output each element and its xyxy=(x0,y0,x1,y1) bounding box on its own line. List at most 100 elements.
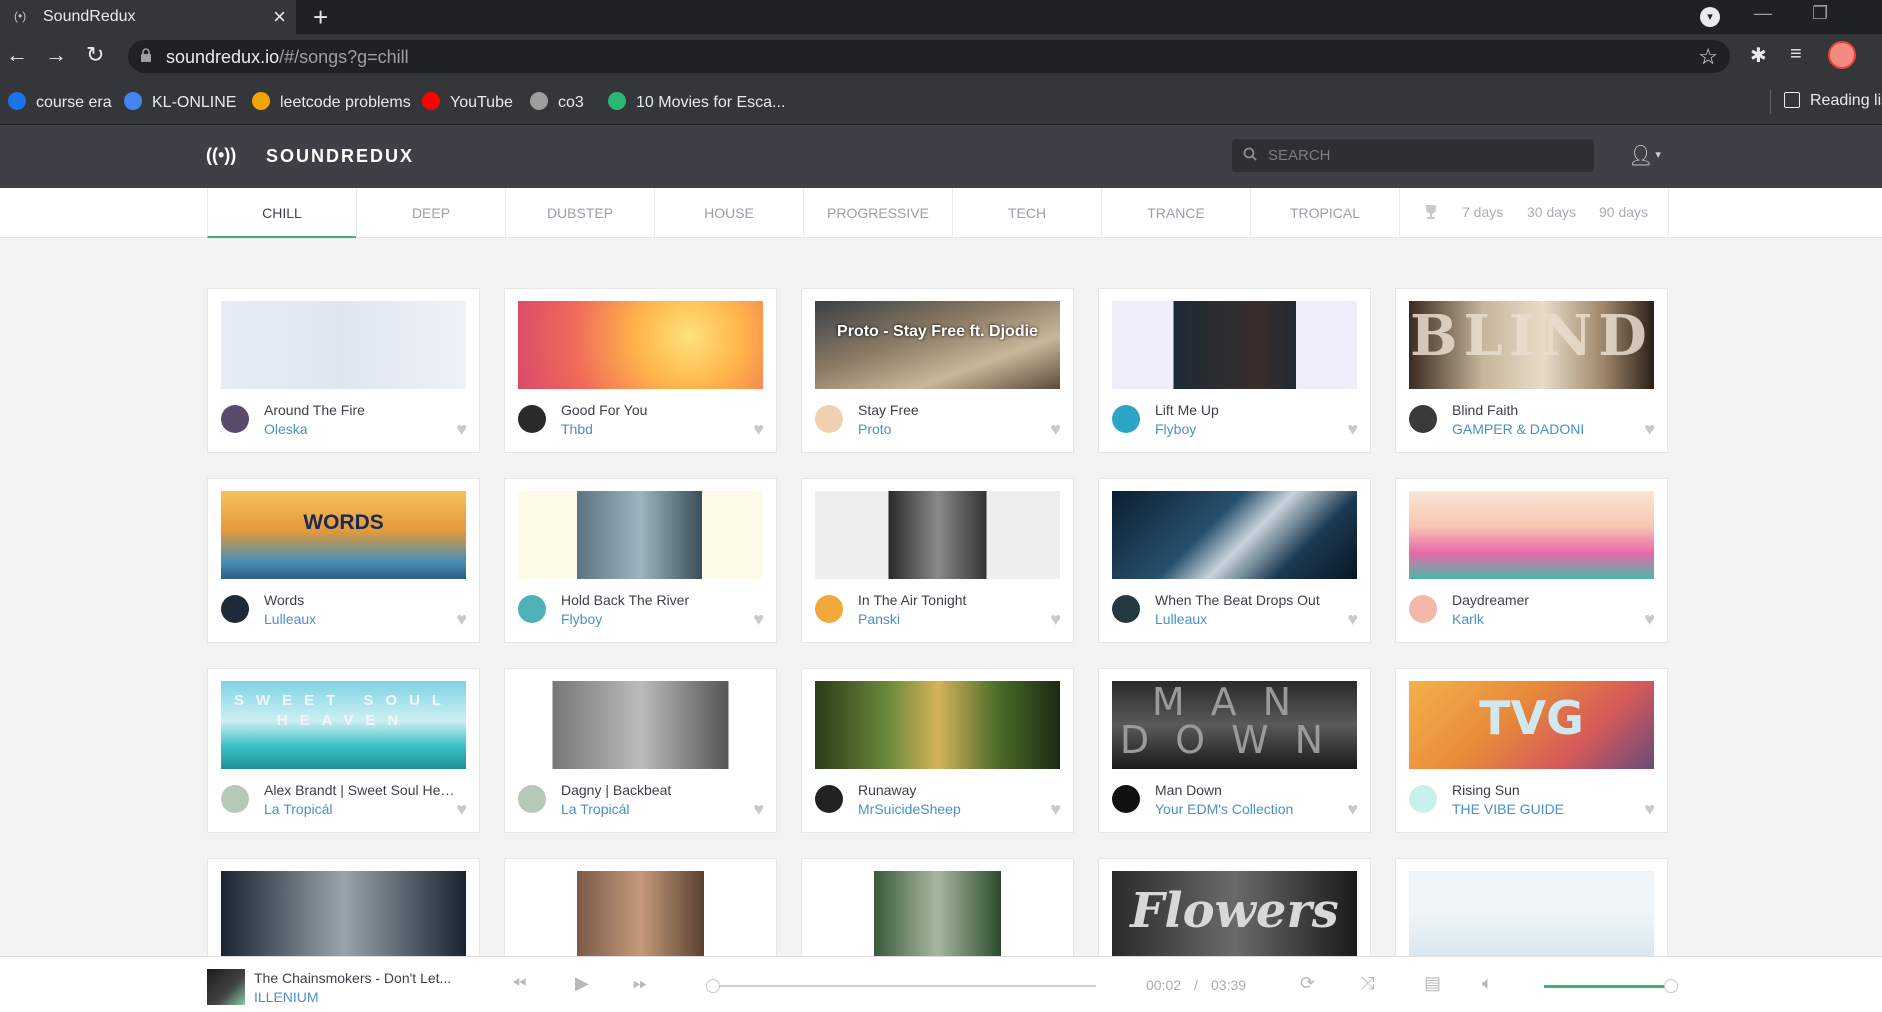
song-card[interactable]: MAN DOWN Man Down Your EDM's Collection ♥ xyxy=(1098,668,1371,833)
song-title[interactable]: Rising Sun xyxy=(1452,782,1647,798)
song-card[interactable]: When The Beat Drops Out Lulleaux ♥ xyxy=(1098,478,1371,643)
seek-handle[interactable] xyxy=(705,979,720,993)
artist-avatar[interactable] xyxy=(221,595,249,623)
song-artist[interactable]: Panski xyxy=(858,611,1053,627)
song-artwork[interactable] xyxy=(518,681,763,769)
app-logo[interactable]: SOUNDREDUX xyxy=(266,146,414,167)
song-artwork[interactable] xyxy=(518,491,763,579)
song-title[interactable]: Dagny | Backbeat xyxy=(561,782,756,798)
artist-avatar[interactable] xyxy=(518,405,546,433)
song-card[interactable]: Around The Fire Oleska ♥ xyxy=(207,288,480,453)
artist-avatar[interactable] xyxy=(815,405,843,433)
artist-avatar[interactable] xyxy=(815,785,843,813)
filter-7-days[interactable]: 7 days xyxy=(1462,204,1503,220)
song-title[interactable]: Lift Me Up xyxy=(1155,402,1350,418)
song-artist[interactable]: Karlk xyxy=(1452,611,1647,627)
search-input[interactable] xyxy=(1268,139,1578,172)
play-icon[interactable]: ▶ xyxy=(575,973,589,994)
song-artwork[interactable] xyxy=(1409,491,1654,579)
song-artist[interactable]: Oleska xyxy=(264,421,459,437)
artist-avatar[interactable] xyxy=(1112,785,1140,813)
song-artwork[interactable] xyxy=(815,681,1060,769)
bookmark-leetcode-problems[interactable]: leetcode problems xyxy=(252,92,411,112)
song-artwork[interactable]: Flowers xyxy=(1112,871,1357,959)
song-artwork[interactable]: SWEET SOUL HEAVEN xyxy=(221,681,466,769)
volume-handle[interactable] xyxy=(1664,979,1678,993)
bookmark-kl-online[interactable]: KL-ONLINE xyxy=(124,92,236,112)
song-artwork[interactable]: WORDS xyxy=(221,491,466,579)
browser-tab[interactable]: (•) SoundRedux × xyxy=(0,0,296,34)
media-control-icon[interactable]: ≡ xyxy=(1790,43,1802,66)
song-artwork[interactable] xyxy=(518,301,763,389)
song-artwork[interactable]: MAN DOWN xyxy=(1112,681,1357,769)
song-card[interactable]: Hold Back The River Flyboy ♥ xyxy=(504,478,777,643)
song-title[interactable]: Runaway xyxy=(858,782,1053,798)
song-artist[interactable]: Lulleaux xyxy=(1155,611,1350,627)
tab-trance[interactable]: TRANCE xyxy=(1101,188,1250,238)
tab-deep[interactable]: DEEP xyxy=(356,188,505,238)
song-card[interactable]: Proto - Stay Free ft. Djodie Stay Free Pro… xyxy=(801,288,1074,453)
song-artwork[interactable] xyxy=(815,871,1060,959)
song-card[interactable]: TVG Rising Sun THE VIBE GUIDE ♥ xyxy=(1395,668,1668,833)
artist-avatar[interactable] xyxy=(221,405,249,433)
filter-30-days[interactable]: 30 days xyxy=(1527,204,1576,220)
like-heart-icon[interactable]: ♥ xyxy=(1347,609,1358,630)
song-artist[interactable]: Proto xyxy=(858,421,1053,437)
song-title[interactable]: Words xyxy=(264,592,459,608)
like-heart-icon[interactable]: ♥ xyxy=(1644,799,1655,820)
like-heart-icon[interactable]: ♥ xyxy=(1644,609,1655,630)
extensions-icon[interactable]: ✱ xyxy=(1750,43,1767,68)
tab-search-icon[interactable]: ▾ xyxy=(1700,7,1720,27)
song-card[interactable]: SWEET SOUL HEAVEN Alex Brandt | Sweet Sou… xyxy=(207,668,480,833)
song-card[interactable]: BLIND Blind Faith GAMPER & DADONI ♥ xyxy=(1395,288,1668,453)
volume-slider[interactable] xyxy=(1544,979,1678,993)
song-artist[interactable]: La Tropicál xyxy=(264,801,459,817)
repeat-icon[interactable]: ⟳ xyxy=(1300,973,1315,994)
tab-progressive[interactable]: PROGRESSIVE xyxy=(803,188,952,238)
bookmark-star-icon[interactable]: ☆ xyxy=(1698,44,1718,70)
address-bar[interactable]: soundredux.io/#/songs?g=chill ☆ xyxy=(128,40,1730,73)
tab-dubstep[interactable]: DUBSTEP xyxy=(505,188,654,238)
search-box[interactable] xyxy=(1232,139,1594,172)
song-card[interactable]: Lift Me Up Flyboy ♥ xyxy=(1098,288,1371,453)
like-heart-icon[interactable]: ♥ xyxy=(1347,799,1358,820)
like-heart-icon[interactable]: ♥ xyxy=(1644,419,1655,440)
song-artwork[interactable] xyxy=(815,491,1060,579)
song-title[interactable]: Around The Fire xyxy=(264,402,459,418)
back-icon[interactable]: ← xyxy=(6,42,28,68)
song-artist[interactable]: Flyboy xyxy=(1155,421,1350,437)
forward-icon[interactable]: → xyxy=(45,42,67,68)
artist-avatar[interactable] xyxy=(1112,595,1140,623)
soundredux-logo-icon[interactable]: ((•)) xyxy=(206,145,236,166)
artist-avatar[interactable] xyxy=(1409,405,1437,433)
artist-avatar[interactable] xyxy=(518,595,546,623)
close-tab-icon[interactable]: × xyxy=(273,4,286,30)
new-tab-icon[interactable]: + xyxy=(313,2,328,33)
tab-tech[interactable]: TECH xyxy=(952,188,1101,238)
song-artwork[interactable]: BLIND xyxy=(1409,301,1654,389)
like-heart-icon[interactable]: ♥ xyxy=(753,609,764,630)
song-artist[interactable]: GAMPER & DADONI xyxy=(1452,421,1647,437)
like-heart-icon[interactable]: ♥ xyxy=(456,799,467,820)
song-title[interactable]: When The Beat Drops Out xyxy=(1155,592,1350,608)
song-artwork[interactable]: TVG xyxy=(1409,681,1654,769)
reload-icon[interactable]: ↻ xyxy=(86,42,104,68)
minimize-icon[interactable]: — xyxy=(1754,3,1772,24)
like-heart-icon[interactable]: ♥ xyxy=(753,419,764,440)
song-title[interactable]: Good For You xyxy=(561,402,756,418)
song-artist[interactable]: MrSuicideSheep xyxy=(858,801,1053,817)
song-artist[interactable]: Lulleaux xyxy=(264,611,459,627)
song-artwork[interactable] xyxy=(518,871,763,959)
reading-list-button[interactable]: Reading list xyxy=(1784,92,1882,110)
song-artist[interactable]: La Tropicál xyxy=(561,801,756,817)
song-card[interactable]: Good For You Thbd ♥ xyxy=(504,288,777,453)
song-artwork[interactable] xyxy=(221,871,466,959)
bookmark-course-era[interactable]: course era xyxy=(8,92,112,112)
song-title[interactable]: Hold Back The River xyxy=(561,592,756,608)
song-artist[interactable]: THE VIBE GUIDE xyxy=(1452,801,1647,817)
restore-icon[interactable]: ❐ xyxy=(1812,3,1828,24)
song-title[interactable]: In The Air Tonight xyxy=(858,592,1053,608)
artist-avatar[interactable] xyxy=(221,785,249,813)
profile-avatar[interactable] xyxy=(1828,41,1856,69)
like-heart-icon[interactable]: ♥ xyxy=(456,609,467,630)
